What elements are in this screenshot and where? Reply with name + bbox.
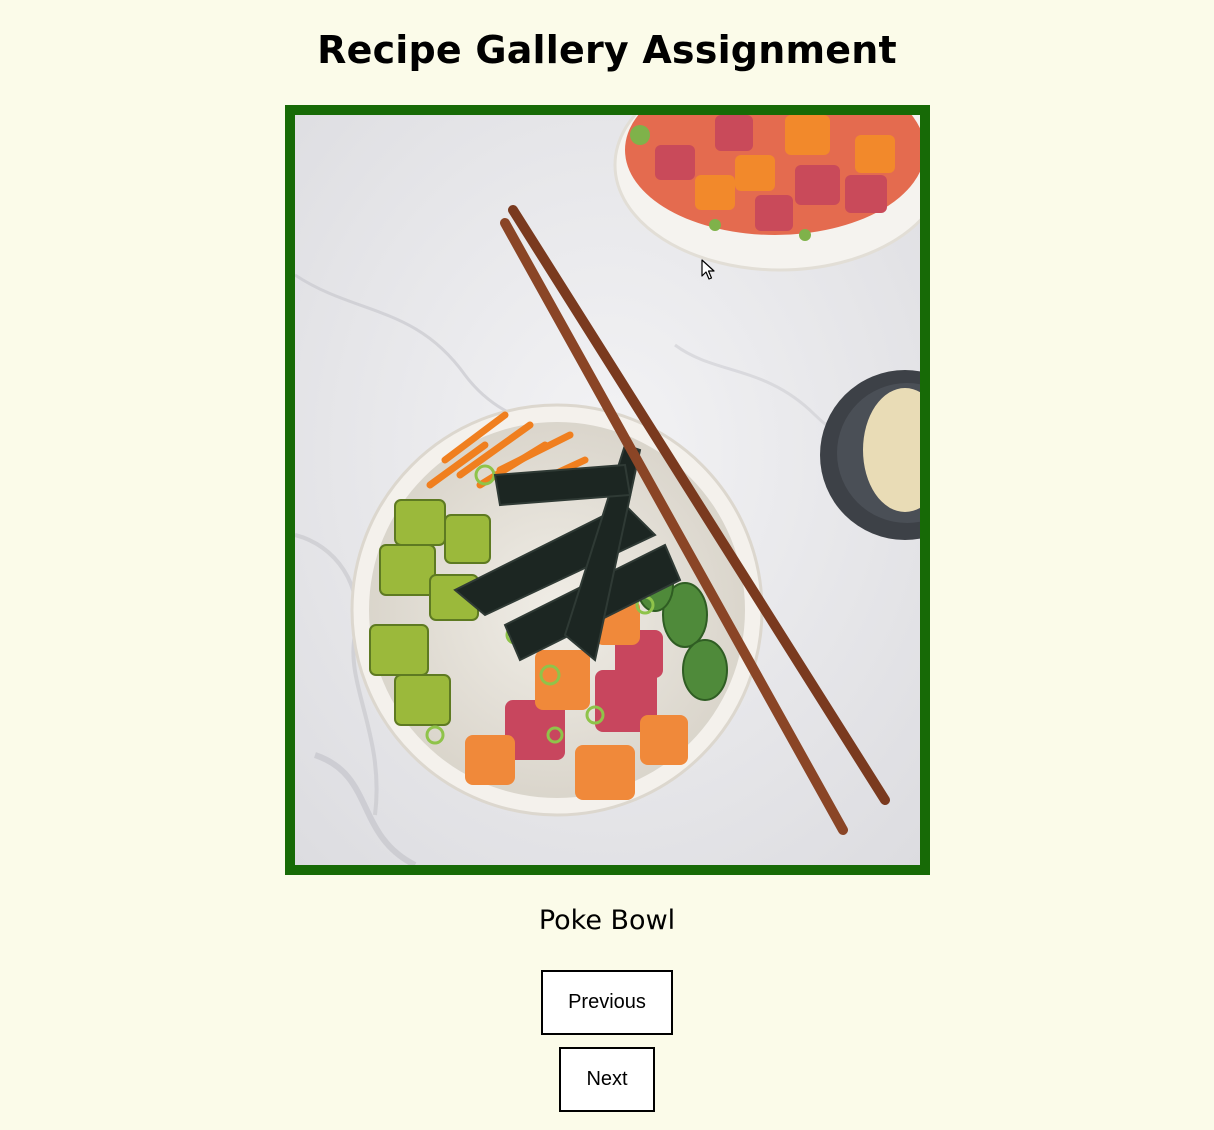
next-button[interactable]: Next — [559, 1047, 655, 1112]
recipe-photo-frame — [285, 105, 930, 875]
recipe-photo — [295, 115, 920, 865]
previous-button[interactable]: Previous — [541, 970, 673, 1035]
mouse-pointer-icon — [701, 259, 715, 280]
recipe-caption: Poke Bowl — [538, 905, 676, 936]
page-title: Recipe Gallery Assignment — [317, 28, 897, 72]
